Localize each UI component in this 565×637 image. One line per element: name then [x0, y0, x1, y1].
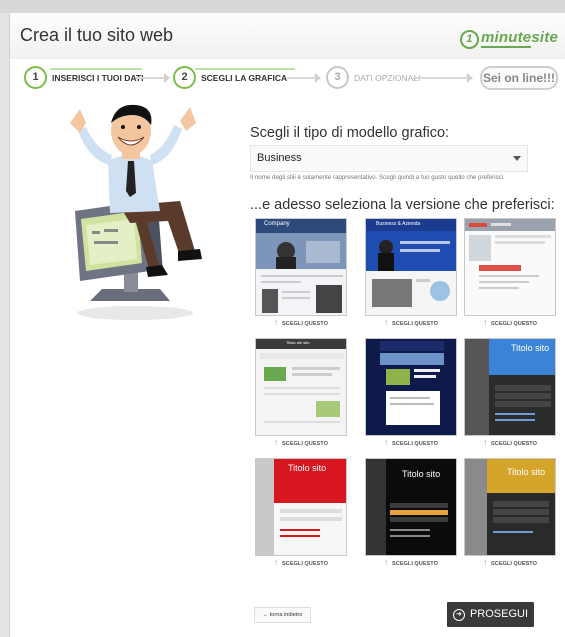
step-3: 3 DATI OPZIONALI	[326, 59, 420, 96]
version-question: ...e adesso seleziona la versione che pr…	[250, 197, 555, 213]
brand-logo: 1 minutesite	[459, 29, 558, 49]
template-thumbnail[interactable]: Titolo sito	[464, 458, 556, 556]
template-card[interactable]: ↑ SCEGLI QUESTO	[464, 218, 556, 328]
choose-template-link[interactable]: ↑ SCEGLI QUESTO	[255, 557, 347, 568]
choose-template-label: SCEGLI QUESTO	[282, 561, 328, 567]
choose-template-link[interactable]: ↑ SCEGLI QUESTO	[365, 317, 457, 328]
wizard-panel: Crea il tuo sito web 1 minutesite 1 INSER…	[9, 13, 565, 637]
step-1-number: 1	[24, 66, 47, 89]
logo-word: minute	[480, 29, 532, 48]
choose-template-label: SCEGLI QUESTO	[392, 441, 438, 447]
template-thumbnail[interactable]: Titolo sito	[464, 338, 556, 436]
arrow-up-icon: ↑	[483, 558, 488, 567]
step-arrow-3	[415, 73, 473, 83]
template-thumbnail[interactable]: Titolo sito	[365, 458, 457, 556]
choose-template-link[interactable]: ↑ SCEGLI QUESTO	[255, 317, 347, 328]
chevron-down-icon	[513, 156, 521, 161]
choose-template-link[interactable]: ↑ SCEGLI QUESTO	[464, 317, 556, 328]
arrow-right-circle-icon: ➜	[452, 608, 465, 621]
back-button[interactable]: ← torna indietro	[254, 607, 311, 623]
step-3-number: 3	[326, 66, 349, 89]
page-title: Crea il tuo sito web	[20, 25, 174, 45]
arrow-up-icon: ↑	[483, 318, 488, 327]
template-thumbnail-title: Titolo sito	[507, 467, 546, 477]
template-thumbnail-title: Company	[264, 221, 290, 227]
template-card[interactable]: ↑ SCEGLI QUESTO	[365, 338, 457, 448]
browser-top-strip	[0, 0, 565, 13]
choose-template-label: SCEGLI QUESTO	[392, 321, 438, 327]
template-thumbnail[interactable]: Titolo sito	[255, 458, 347, 556]
logo-number: 1	[459, 30, 479, 49]
choose-template-link[interactable]: ↑ SCEGLI QUESTO	[255, 437, 347, 448]
arrow-up-icon: ↑	[274, 438, 279, 447]
wizard-steps: 1 INSERISCI I TUOI DATI 2 SCEGLI LA GRAF…	[10, 59, 565, 96]
template-thumbnail-title: Titolo del sito	[286, 340, 310, 345]
back-label: torna indietro	[269, 612, 303, 618]
next-button[interactable]: ➜ PROSEGUI	[447, 602, 534, 627]
arrow-up-icon: ↑	[384, 318, 389, 327]
choose-template-label: SCEGLI QUESTO	[491, 561, 537, 567]
template-card[interactable]: Titolo sito ↑ SCEGLI QUESTO	[365, 458, 457, 568]
choose-template-link[interactable]: ↑ SCEGLI QUESTO	[464, 557, 556, 568]
step-3-label: DATI OPZIONALI	[354, 72, 421, 83]
arrow-up-icon: ↑	[483, 438, 488, 447]
template-card[interactable]: Titolo del sito ↑ SCEGLI QUESTO	[255, 338, 347, 448]
choose-template-link[interactable]: ↑ SCEGLI QUESTO	[365, 437, 457, 448]
template-grid: Company ↑ SCEGLI QUESTO Business & Azien…	[250, 218, 556, 578]
choose-template-link[interactable]: ↑ SCEGLI QUESTO	[365, 557, 457, 568]
arrow-up-icon: ↑	[384, 558, 389, 567]
choose-template-link[interactable]: ↑ SCEGLI QUESTO	[464, 437, 556, 448]
template-type-selected: Business	[257, 152, 302, 164]
step-1-label: INSERISCI I TUOI DATI	[52, 72, 144, 83]
template-card[interactable]: Company ↑ SCEGLI QUESTO	[255, 218, 347, 328]
happy-man-illustration	[70, 104, 202, 320]
template-type-question: Scegli il tipo di modello grafico:	[250, 125, 450, 141]
step-2-label: SCEGLI LA GRAFICA	[201, 72, 288, 83]
choose-template-label: SCEGLI QUESTO	[491, 441, 537, 447]
template-thumbnail-title: Business & Azienda	[376, 221, 421, 227]
template-thumbnail-title: Titolo sito	[511, 343, 550, 353]
template-thumbnail[interactable]: Business & Azienda	[365, 218, 457, 316]
template-thumbnail-title: Titolo sito	[288, 463, 327, 473]
template-thumbnail[interactable]	[365, 338, 457, 436]
template-thumbnail[interactable]: Titolo del sito	[255, 338, 347, 436]
choose-template-label: SCEGLI QUESTO	[282, 321, 328, 327]
choose-template-label: SCEGLI QUESTO	[491, 321, 537, 327]
template-thumbnail-title: Titolo sito	[402, 469, 441, 479]
arrow-up-icon: ↑	[384, 438, 389, 447]
arrow-up-icon: ↑	[274, 558, 279, 567]
template-thumbnail[interactable]	[464, 218, 556, 316]
template-type-select[interactable]: Business	[250, 145, 528, 172]
next-label: PROSEGUI	[469, 608, 529, 620]
step-arrow-1	[136, 73, 170, 83]
logo-suffix: site	[531, 29, 558, 46]
template-card[interactable]: Business & Azienda ↑ SCEGLI QUESTO	[365, 218, 457, 328]
wizard-header: Crea il tuo sito web 1 minutesite	[10, 13, 565, 59]
step-1: 1 INSERISCI I TUOI DATI	[24, 59, 143, 96]
choose-template-label: SCEGLI QUESTO	[392, 561, 438, 567]
template-type-note: Il nome degli stili è solamente rapprese…	[250, 174, 505, 181]
template-card[interactable]: Titolo sito ↑ SCEGLI QUESTO	[255, 458, 347, 568]
template-card[interactable]: Titolo sito ↑ SCEGLI QUESTO	[464, 338, 556, 448]
step-2: 2 SCEGLI LA GRAFICA	[173, 59, 287, 96]
online-badge: Sei on line!!!	[480, 66, 558, 90]
arrow-left-icon: ←	[262, 612, 270, 618]
arrow-up-icon: ↑	[274, 318, 279, 327]
template-card[interactable]: Titolo sito ↑ SCEGLI QUESTO	[464, 458, 556, 568]
template-thumbnail[interactable]: Company	[255, 218, 347, 316]
step-arrow-2	[287, 73, 321, 83]
choose-template-label: SCEGLI QUESTO	[282, 441, 328, 447]
step-2-number: 2	[173, 66, 196, 89]
